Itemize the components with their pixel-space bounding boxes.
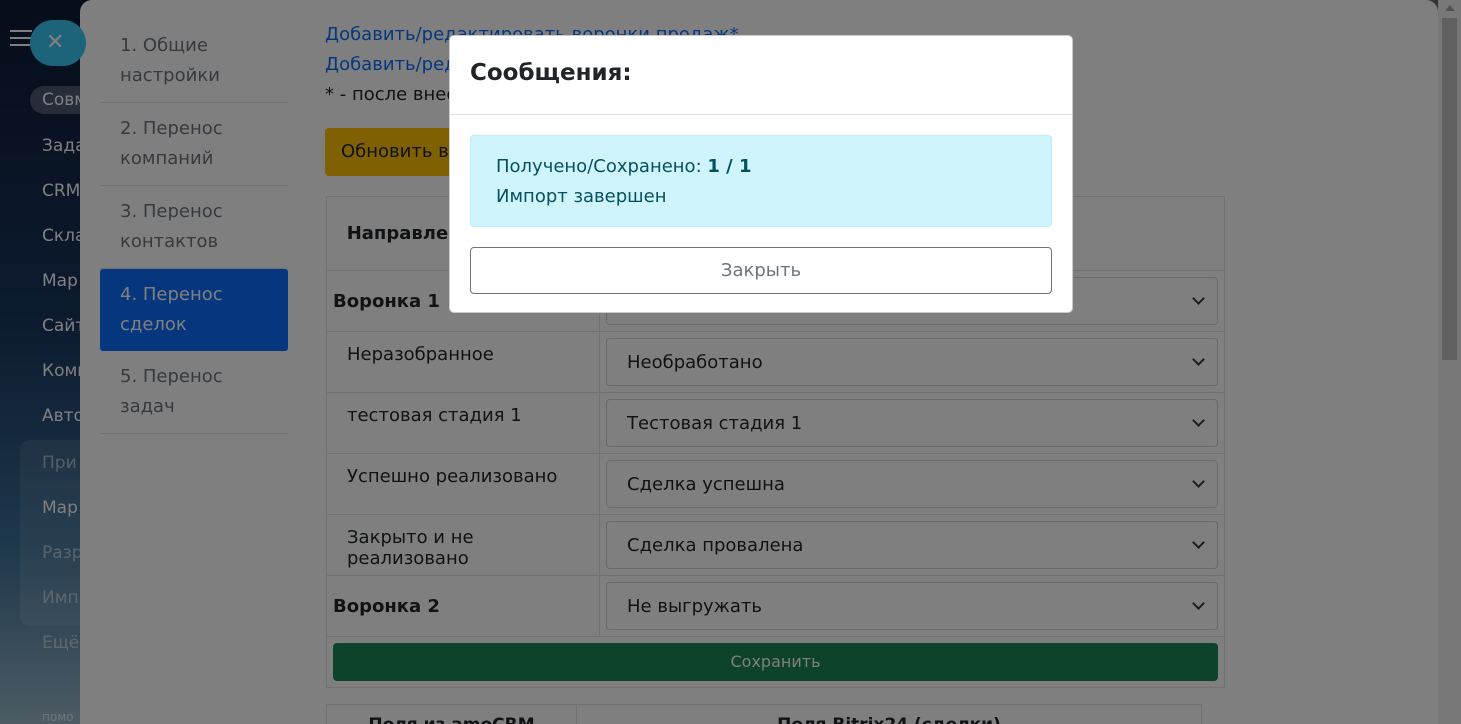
import-status-text: Импорт завершен [496,186,667,207]
messages-modal: Сообщения: Получено/Сохранено: 1 / 1 Имп… [449,35,1073,313]
modal-body: Получено/Сохранено: 1 / 1 Импорт заверше… [450,115,1072,314]
modal-title: Сообщения: [470,60,632,86]
received-saved-value: 1 / 1 [707,156,752,177]
modal-header: Сообщения: [450,36,1072,115]
close-button[interactable]: Закрыть [470,247,1052,294]
received-saved-label: Получено/Сохранено: [496,156,708,177]
import-result-alert: Получено/Сохранено: 1 / 1 Импорт заверше… [470,135,1052,227]
